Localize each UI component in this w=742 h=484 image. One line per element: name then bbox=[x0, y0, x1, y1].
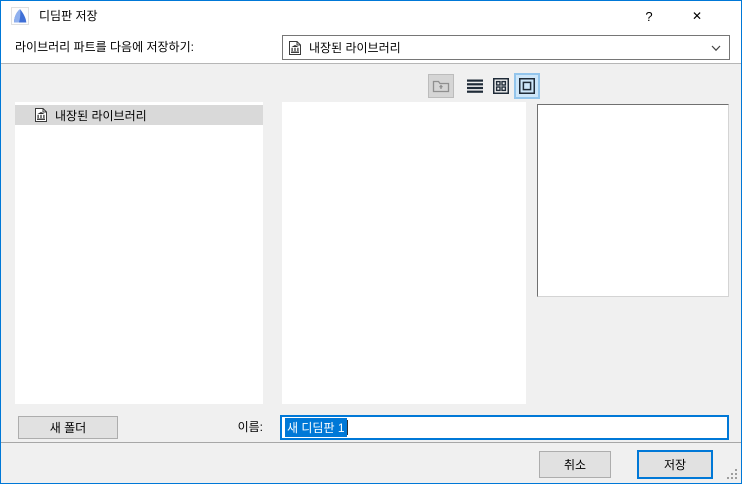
cancel-button[interactable]: 취소 bbox=[539, 451, 611, 478]
dialog-header: 디딤판 저장 ? ✕ 라이브러리 파트를 다음에 저장하기: 내장된 라이브러리 bbox=[1, 1, 741, 64]
save-to-label: 라이브러리 파트를 다음에 저장하기: bbox=[15, 40, 194, 54]
file-list-panel[interactable] bbox=[282, 102, 526, 404]
preview-panel bbox=[537, 104, 729, 297]
library-part-icon bbox=[287, 40, 303, 56]
name-label: 이름: bbox=[237, 420, 263, 434]
name-input[interactable]: 새 디딤판 1 bbox=[280, 415, 729, 440]
tree-item-embedded-library[interactable]: 내장된 라이브러리 bbox=[15, 105, 263, 125]
resize-grip[interactable] bbox=[727, 469, 738, 480]
archicad-logo-icon bbox=[11, 7, 29, 25]
save-button[interactable]: 저장 bbox=[637, 450, 713, 479]
title-bar[interactable]: 디딤판 저장 ? ✕ bbox=[1, 1, 741, 31]
combobox-selected-option: 내장된 라이브러리 bbox=[309, 41, 401, 55]
new-folder-button[interactable]: 새 폴더 bbox=[18, 416, 118, 439]
folder-tree-panel: 내장된 라이브러리 bbox=[15, 102, 263, 404]
close-icon[interactable]: ✕ bbox=[676, 1, 718, 31]
help-icon[interactable]: ? bbox=[628, 1, 670, 31]
library-part-icon bbox=[33, 107, 49, 123]
save-location-combobox[interactable]: 내장된 라이브러리 bbox=[282, 35, 730, 60]
dialog-title: 디딤판 저장 bbox=[39, 9, 98, 23]
large-icon-view-icon[interactable] bbox=[514, 73, 540, 99]
tree-item-label: 내장된 라이브러리 bbox=[55, 108, 147, 123]
list-view-icon[interactable] bbox=[463, 74, 487, 98]
chevron-down-icon bbox=[710, 42, 722, 54]
text-caret bbox=[346, 420, 348, 435]
name-input-selected-text: 새 디딤판 1 bbox=[285, 418, 347, 437]
footer-separator bbox=[1, 442, 741, 443]
folder-up-icon[interactable] bbox=[428, 74, 454, 98]
save-tread-dialog: 디딤판 저장 ? ✕ 라이브러리 파트를 다음에 저장하기: 내장된 라이브러리 bbox=[0, 0, 742, 484]
small-icons-view-icon[interactable] bbox=[489, 74, 513, 98]
